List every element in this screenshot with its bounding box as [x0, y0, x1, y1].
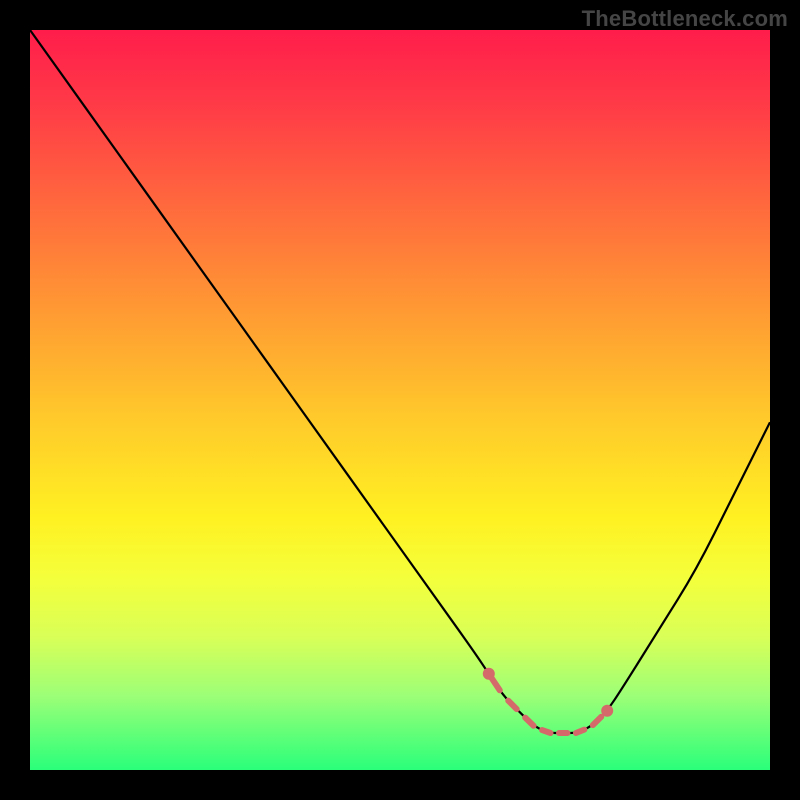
bottleneck-curve — [30, 30, 770, 733]
curve-svg — [30, 30, 770, 770]
highlight-dash — [491, 678, 499, 691]
highlight-dashes — [491, 678, 601, 733]
watermark-text: TheBottleneck.com — [582, 6, 788, 32]
highlight-dash — [525, 718, 533, 726]
highlight-dash — [542, 730, 550, 733]
chart-frame: TheBottleneck.com — [0, 0, 800, 800]
highlight-dash — [508, 701, 516, 709]
highlight-group — [483, 668, 613, 733]
plot-area — [30, 30, 770, 770]
highlight-dash — [593, 717, 601, 725]
highlight-dash — [576, 730, 584, 733]
